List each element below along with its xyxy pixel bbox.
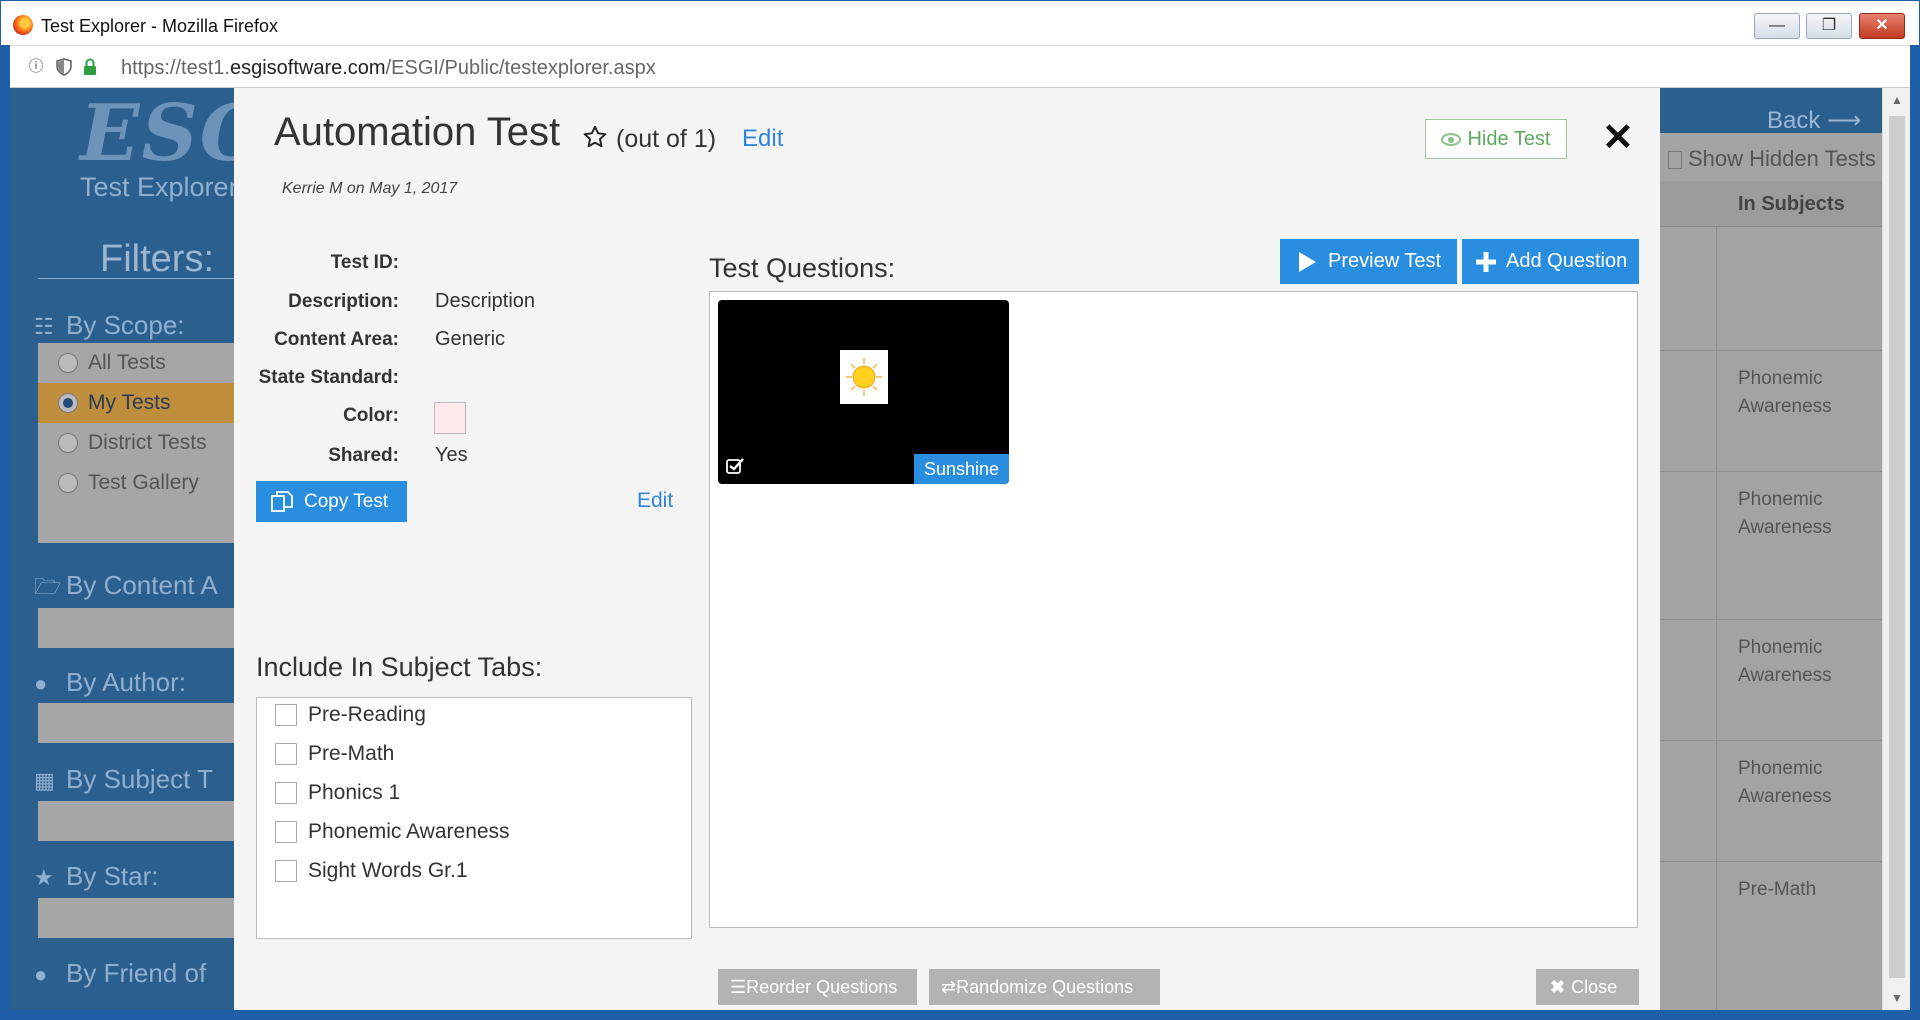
scroll-thumb[interactable] bbox=[1889, 116, 1905, 978]
logo-subtitle: Test Explorer bbox=[80, 172, 238, 202]
close-circle-icon: ✖ bbox=[1550, 977, 1566, 997]
lock-icon[interactable] bbox=[81, 58, 99, 76]
table-row[interactable]: Phonemic Awareness bbox=[1660, 620, 1882, 741]
window-frame-bottom bbox=[0, 1010, 1920, 1020]
color-label: Color: bbox=[343, 405, 399, 426]
maximize-button[interactable]: ❐ bbox=[1806, 13, 1852, 39]
scope-option-district[interactable]: District Tests bbox=[38, 423, 248, 463]
edit-details-link[interactable]: Edit bbox=[637, 489, 673, 513]
sun-icon bbox=[840, 350, 888, 404]
filter-section-star: ★ By Star: bbox=[34, 861, 159, 891]
star-filter-box[interactable] bbox=[38, 898, 248, 938]
test-details-modal: Automation Test (out of 1) Edit Kerrie M… bbox=[234, 88, 1660, 1010]
book-icon: ▦ bbox=[34, 768, 55, 793]
subject-tabs-title: Include In Subject Tabs: bbox=[256, 652, 543, 682]
checkbox[interactable] bbox=[275, 782, 297, 804]
scope-list: All Tests My Tests District Tests Test G… bbox=[38, 343, 248, 543]
star-count: (out of 1) bbox=[616, 125, 717, 153]
vertical-scrollbar[interactable]: ▲ ▼ bbox=[1882, 88, 1910, 1010]
subject-filter-box[interactable] bbox=[38, 801, 248, 841]
info-icon[interactable]: ⓘ bbox=[27, 58, 45, 76]
shield-icon[interactable] bbox=[55, 58, 73, 76]
checkbox[interactable] bbox=[275, 860, 297, 882]
window-titlebar: Test Explorer - Mozilla Firefox — ❐ ✕ bbox=[0, 0, 1920, 45]
scroll-up-icon[interactable]: ▲ bbox=[1883, 88, 1911, 112]
shared-value: Yes bbox=[435, 444, 468, 466]
test-questions-title: Test Questions: bbox=[709, 253, 896, 283]
filter-section-author: ● By Author: bbox=[34, 667, 186, 697]
scope-option-all[interactable]: All Tests bbox=[38, 343, 248, 383]
back-link[interactable]: Back ⟶ bbox=[1767, 106, 1861, 135]
copy-test-button[interactable]: Copy Test bbox=[256, 481, 407, 522]
plus-icon bbox=[1476, 252, 1496, 272]
star-icon: ★ bbox=[34, 865, 54, 890]
color-swatch bbox=[434, 402, 466, 434]
checkbox[interactable] bbox=[275, 704, 297, 726]
firefox-logo-icon bbox=[13, 15, 33, 35]
table-row[interactable]: Phonemic Awareness bbox=[1660, 472, 1882, 620]
author-line: Kerrie M on May 1, 2017 bbox=[282, 180, 458, 197]
users-icon: ● bbox=[34, 962, 48, 987]
state-standard-label: State Standard: bbox=[258, 367, 399, 388]
table-header: In Subjects bbox=[1660, 181, 1882, 227]
filter-section-subject: ▦ By Subject T bbox=[34, 764, 213, 794]
close-button[interactable]: ✖ Close bbox=[1536, 969, 1639, 1005]
play-icon bbox=[1299, 252, 1316, 272]
address-bar[interactable]: ⓘ https://test1.esgisoftware.com/ESGI/Pu… bbox=[0, 45, 1920, 88]
content-area-label: Content Area: bbox=[274, 329, 399, 350]
filters-divider bbox=[38, 278, 248, 279]
checkbox[interactable] bbox=[275, 821, 297, 843]
filter-section-scope: ☷ By Scope: bbox=[34, 310, 185, 340]
copy-icon bbox=[271, 491, 293, 512]
table-row[interactable]: Phonemic Awareness bbox=[1660, 741, 1882, 862]
edit-title-link[interactable]: Edit bbox=[742, 125, 783, 153]
minimize-button[interactable]: — bbox=[1754, 13, 1800, 39]
filter-section-friend: ● By Friend of bbox=[34, 958, 207, 988]
question-label: Sunshine bbox=[913, 454, 1009, 484]
checkbox[interactable] bbox=[1668, 151, 1682, 170]
shuffle-icon: ⇄ bbox=[941, 977, 957, 997]
window-frame-left bbox=[0, 45, 10, 1020]
filter-section-content: 🗁 By Content A bbox=[34, 570, 218, 608]
author-filter-box[interactable] bbox=[38, 703, 248, 743]
reorder-questions-button[interactable]: ☰Reorder Questions bbox=[718, 969, 917, 1005]
close-icon[interactable]: ✕ bbox=[1602, 118, 1634, 158]
window-close-button[interactable]: ✕ bbox=[1859, 13, 1905, 39]
preview-test-button[interactable]: Preview Test bbox=[1280, 239, 1457, 284]
shared-label: Shared: bbox=[328, 445, 399, 466]
test-title: Automation Test bbox=[274, 110, 561, 154]
eye-icon bbox=[1441, 133, 1462, 146]
scroll-down-icon[interactable]: ▼ bbox=[1883, 986, 1911, 1010]
description-value: Description bbox=[435, 290, 536, 312]
description-label: Description: bbox=[288, 291, 399, 312]
filters-title: Filters: bbox=[100, 238, 214, 280]
bars-icon: ☰ bbox=[730, 977, 747, 997]
test-id-label: Test ID: bbox=[330, 252, 399, 273]
subject-tabs-list: Pre-Reading Pre-Math Phonics 1 Phonemic … bbox=[256, 697, 692, 939]
hide-test-button[interactable]: Hide Test bbox=[1425, 119, 1567, 159]
scope-option-gallery[interactable]: Test Gallery bbox=[38, 463, 248, 503]
sitemap-icon: ☷ bbox=[34, 314, 54, 339]
test-questions-area: Sunshine bbox=[709, 291, 1638, 928]
question-card[interactable]: Sunshine bbox=[718, 300, 1009, 484]
add-question-button[interactable]: Add Question bbox=[1462, 239, 1639, 284]
window-title: Test Explorer - Mozilla Firefox bbox=[41, 16, 279, 36]
content-area-value: Generic bbox=[435, 328, 506, 350]
user-icon: ● bbox=[34, 671, 48, 696]
table-row[interactable]: Pre-Math bbox=[1660, 862, 1882, 1010]
window-frame-right bbox=[1910, 45, 1920, 1020]
randomize-questions-button[interactable]: ⇄Randomize Questions bbox=[929, 969, 1160, 1005]
scope-option-my[interactable]: My Tests bbox=[38, 383, 248, 423]
checkbox[interactable] bbox=[275, 743, 297, 765]
show-hidden-tests[interactable]: Show Hidden Tests bbox=[1668, 146, 1876, 172]
url-text[interactable]: https://test1.esgisoftware.com/ESGI/Publ… bbox=[121, 57, 656, 80]
content-filter-box[interactable] bbox=[38, 608, 248, 648]
star-outline-icon[interactable] bbox=[582, 124, 612, 154]
checked-square-icon[interactable] bbox=[726, 457, 744, 475]
table-row[interactable]: Phonemic Awareness bbox=[1660, 351, 1882, 472]
table-row[interactable] bbox=[1660, 227, 1882, 351]
folder-open-icon: 🗁 bbox=[34, 574, 62, 599]
